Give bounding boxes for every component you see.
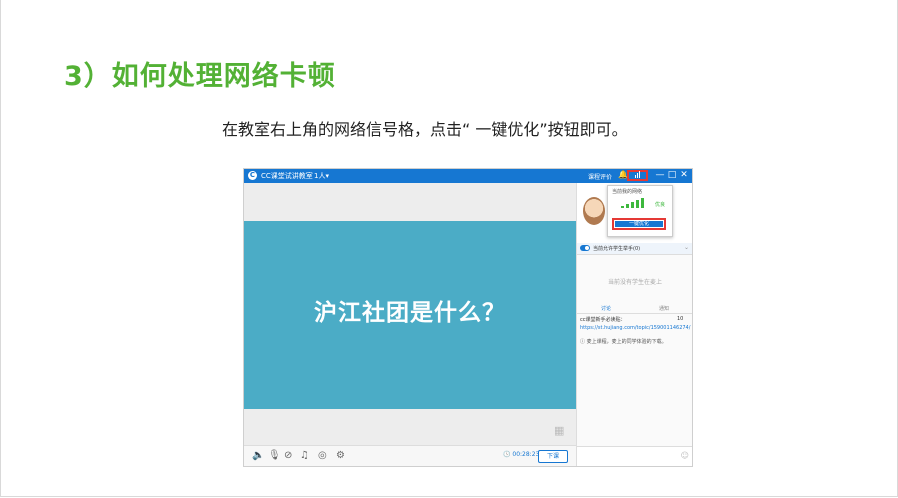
instruction-text: 在教室右上角的网络信号格，点击“ 一键优化”按钮即可。 — [222, 120, 628, 139]
class-timer: 🕓 00:28:23 — [503, 451, 540, 458]
empty-mic-message: 当前没有学生在麦上 — [607, 279, 662, 286]
right-sidebar: 当前我的网络 优良 一键优化 当前允许学生举手(0) ⌄ 当前没有学生在麦上 讨… — [576, 183, 692, 466]
cc-logo-icon: C — [248, 171, 257, 180]
grid-view-icon[interactable]: ▦ — [554, 424, 564, 437]
chat-link[interactable]: https://st.hujiang.com/topic/15900114627… — [580, 325, 690, 331]
microphone-icon[interactable]: 🎙 — [268, 450, 281, 461]
allow-hands-label: 当前允许学生举手(0) — [593, 246, 641, 252]
course-eval-link[interactable]: 课程评价 — [588, 172, 612, 181]
user-count-dropdown[interactable]: 1人▾ — [314, 171, 329, 181]
end-class-button[interactable]: 下课 — [538, 450, 568, 463]
record-icon[interactable]: ◎ — [318, 450, 327, 461]
tab-discuss[interactable]: 讨论 — [577, 305, 635, 312]
allow-hands-row: 当前允许学生举手(0) ⌄ — [577, 243, 692, 255]
app-name: CC课堂试讲教室 — [261, 172, 313, 180]
maximize-button[interactable]: □ — [666, 170, 678, 180]
app-titlebar: C CC课堂试讲教室 1人▾ 课程评价 🔔 — □ ✕ — [244, 169, 692, 183]
classroom-app-screenshot: C CC课堂试讲教室 1人▾ 课程评价 🔔 — □ ✕ 沪江社团是什么？ ▦ 🔈… — [243, 168, 693, 467]
minimize-button[interactable]: — — [654, 170, 666, 180]
bottom-toolbar: 🔈 🎙 ⊘ ♫ ◎ ⚙ 🕓 00:28:23 下课 — [244, 445, 576, 466]
courseware-slide: 沪江社团是什么？ — [244, 221, 576, 409]
chat-tabs: 讨论 通知 — [577, 303, 692, 314]
settings-icon[interactable]: ⚙ — [336, 450, 345, 461]
chat-input[interactable]: ☺ — [577, 446, 692, 466]
network-popup-title: 当前我的网络 — [612, 189, 643, 195]
chat-message: cc课堂新手必读贴： — [580, 317, 626, 323]
tab-notice[interactable]: 通知 — [635, 305, 692, 312]
chevron-down-icon[interactable]: ⌄ — [684, 244, 689, 251]
optimize-button-label: 一键优化 — [615, 221, 663, 227]
camera-off-icon[interactable]: ⊘ — [284, 450, 292, 461]
stage-bottom-area — [244, 409, 576, 445]
slide-heading: 3）如何处理网络卡顿 — [64, 61, 336, 92]
close-button[interactable]: ✕ — [678, 170, 690, 180]
signal-bars-icon — [621, 198, 644, 208]
network-quality-label: 优良 — [655, 202, 666, 208]
teacher-video-area: 当前我的网络 优良 一键优化 — [577, 183, 692, 243]
slide-title: 沪江社团是什么？ — [314, 300, 506, 326]
notice-message: ⓘ 麦上课程，麦上的同学体验的下载。 — [580, 339, 667, 345]
teacher-avatar — [583, 197, 605, 225]
music-icon[interactable]: ♫ — [300, 450, 309, 461]
allow-hands-toggle[interactable] — [580, 245, 590, 251]
speaker-icon[interactable]: 🔈 — [252, 450, 264, 461]
stage-top-area — [244, 183, 576, 221]
emoji-icon[interactable]: ☺ — [681, 451, 689, 460]
network-popup: 当前我的网络 优良 一键优化 — [607, 185, 673, 237]
chat-message-tail: 10 — [677, 316, 684, 322]
network-signal-icon[interactable] — [627, 170, 648, 181]
one-click-optimize-button[interactable]: 一键优化 — [612, 218, 666, 230]
